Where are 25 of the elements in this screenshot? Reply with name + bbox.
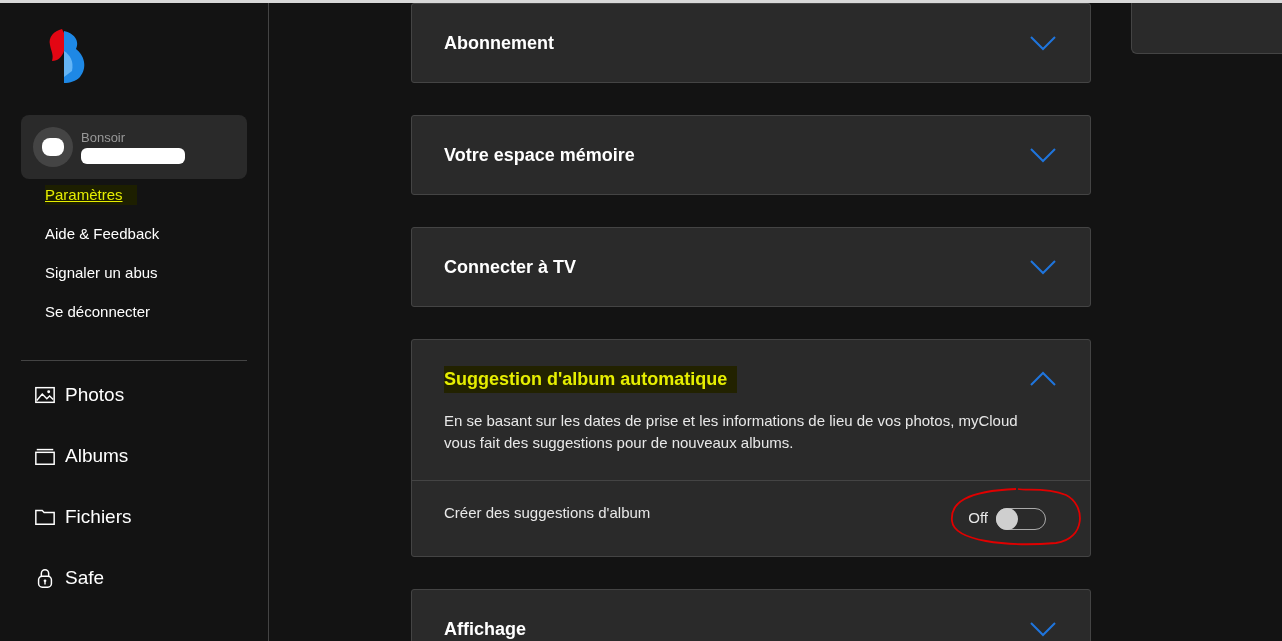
- greeting-text: Bonsoir: [81, 130, 127, 146]
- nav-link[interactable]: Fichiers: [65, 502, 132, 532]
- section-description: En se basant sur les dates de prise et les informations de lieu de vos photos, myCloud vous fait des suggestions pour de nouveaux albums.: [443, 411, 1019, 453]
- nav-link[interactable]: Safe: [65, 563, 105, 593]
- user-card[interactable]: Bonsoir: [21, 115, 247, 179]
- section-title[interactable]: Suggestion d'album automatique: [444, 365, 738, 393]
- menu-link[interactable]: Se déconnecter: [45, 302, 151, 322]
- setting-label: Créer des suggestions d'album: [444, 503, 651, 524]
- nav-link[interactable]: Photos: [65, 380, 125, 410]
- chevron-down-icon[interactable]: [1030, 259, 1056, 275]
- section-title[interactable]: Abonnement: [444, 29, 554, 57]
- menu-link[interactable]: Signaler un abus: [45, 263, 158, 283]
- section-title[interactable]: Affichage: [444, 615, 526, 641]
- toggle-state-text: Off: [968, 508, 988, 529]
- menu-link[interactable]: Paramètres: [45, 185, 137, 205]
- avatar-icon: [33, 127, 73, 167]
- chevron-up-icon[interactable]: [1030, 371, 1056, 387]
- nav-link[interactable]: Albums: [65, 441, 129, 471]
- chevron-down-icon[interactable]: [1030, 147, 1056, 163]
- section-title[interactable]: Votre espace mémoire: [444, 141, 635, 169]
- image-icon: [34, 384, 56, 406]
- chevron-down-icon[interactable]: [1030, 621, 1056, 637]
- chevron-down-icon[interactable]: [1030, 35, 1056, 51]
- menu-link[interactable]: Aide & Feedback: [45, 224, 160, 244]
- section-title[interactable]: Connecter à TV: [444, 253, 577, 281]
